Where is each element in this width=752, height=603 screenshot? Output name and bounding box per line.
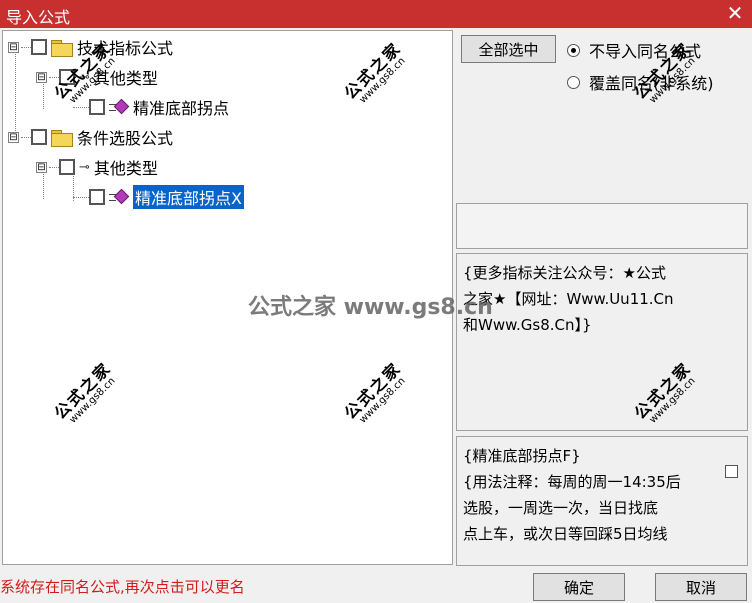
watermark-center: 公式之家 www.gs8.cn [248,295,493,320]
collapse-icon[interactable]: ⊟ [36,71,47,83]
folder-icon [51,39,73,57]
node-checkbox[interactable] [31,129,47,145]
tree-node-label: 其他类型 [93,159,158,178]
ok-button[interactable]: 确定 [533,573,625,601]
notice-text: {更多指标关注公众号：★公式 之家★【网址：Www.Uu11.Cn 和Www.G… [463,264,674,334]
status-message: 系统存在同名公式,再次点击可以更名 [0,578,245,596]
key-icon: ⊸ [79,159,90,175]
detail-text: {精准底部拐点F} {用法注释：每周的周一14:35后 选股，一周选一次，当日找… [463,447,681,543]
radio-button[interactable] [567,43,580,57]
title-bar: 导入公式 ✕ [0,0,752,28]
formula-gem-icon [109,188,130,205]
tree-node-stock-selection[interactable]: ⊟ 条件选股公式 [8,126,173,148]
node-checkbox[interactable] [89,189,105,205]
select-all-button[interactable]: 全部选中 [461,35,556,63]
tree-node-formula-selected[interactable]: 精准底部拐点X [73,185,244,209]
collapse-icon[interactable]: ⊟ [36,161,47,173]
cancel-button[interactable]: 取消 [655,573,747,601]
empty-field[interactable] [456,203,748,249]
tree-node-label: 精准底部拐点X [133,185,244,209]
window-title: 导入公式 [6,8,71,27]
notice-box: {更多指标关注公众号：★公式 之家★【网址：Www.Uu11.Cn 和Www.G… [456,253,748,431]
node-checkbox[interactable] [59,159,75,175]
detail-checkbox[interactable] [725,465,738,478]
collapse-icon[interactable]: ⊟ [8,131,19,143]
folder-icon [51,129,73,147]
close-icon[interactable]: ✕ [724,1,746,25]
tree-node-formula[interactable]: 精准底部拐点 [73,96,229,118]
collapse-icon[interactable]: ⊟ [8,41,19,53]
tree-node-label: 精准底部拐点 [133,99,230,118]
tree-node-label: 条件选股公式 [77,129,174,148]
tree-node-other-types[interactable]: ⊟ ⊸ 其他类型 [36,156,158,178]
node-checkbox[interactable] [89,99,105,115]
radio-button[interactable] [567,75,580,89]
formula-gem-icon [109,98,130,115]
node-checkbox[interactable] [31,39,47,55]
detail-box: {精准底部拐点F} {用法注释：每周的周一14:35后 选股，一周选一次，当日找… [456,436,748,566]
